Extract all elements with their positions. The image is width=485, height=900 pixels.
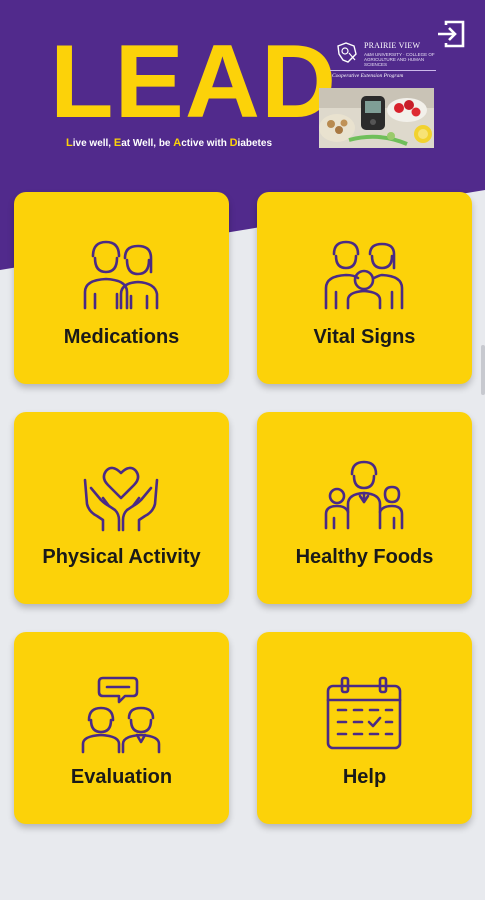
menu-card-healthy-foods[interactable]: Healthy Foods bbox=[257, 412, 472, 604]
logout-icon bbox=[438, 20, 465, 48]
menu-label: Physical Activity bbox=[42, 546, 201, 568]
scroll-indicator bbox=[481, 345, 485, 395]
menu-label: Evaluation bbox=[70, 766, 173, 788]
menu-label: Healthy Foods bbox=[295, 546, 434, 568]
tagline-letter: D bbox=[229, 137, 238, 149]
menu-label: Help bbox=[342, 766, 387, 788]
app-tagline: Live well, Eat Well, be Active with Diab… bbox=[66, 137, 272, 149]
menu-card-vital-signs[interactable]: Vital Signs bbox=[257, 192, 472, 384]
conversation-icon bbox=[81, 676, 161, 754]
header-photo bbox=[319, 88, 434, 148]
partner-program: Cooperative Extension Program bbox=[332, 73, 404, 79]
menu-label: Vital Signs bbox=[313, 326, 416, 348]
heart-hands-icon bbox=[83, 466, 159, 532]
tagline-letter: L bbox=[66, 137, 73, 149]
partner-name: PRAIRIE VIEW bbox=[364, 41, 421, 50]
menu-card-evaluation[interactable]: Evaluation bbox=[14, 632, 229, 824]
app-title: LEAD bbox=[50, 24, 338, 140]
menu-card-physical-activity[interactable]: Physical Activity bbox=[14, 412, 229, 604]
calendar-icon bbox=[326, 676, 402, 750]
tagline-text: ctive with bbox=[181, 138, 230, 149]
tagline-text: iabetes bbox=[237, 138, 273, 149]
tagline-text: at Well, be bbox=[121, 138, 174, 149]
tagline-text: ive well, bbox=[72, 138, 114, 149]
people-group-icon bbox=[324, 460, 404, 530]
menu-card-help[interactable]: Help bbox=[257, 632, 472, 824]
family-group-icon bbox=[324, 240, 404, 310]
family-icon bbox=[83, 240, 159, 310]
menu-label: Medications bbox=[63, 326, 180, 348]
partner-divider bbox=[330, 70, 436, 71]
logout-button[interactable] bbox=[433, 16, 469, 52]
university-emblem-icon bbox=[337, 42, 357, 63]
menu-card-medications[interactable]: Medications bbox=[14, 192, 229, 384]
partner-subtitle: A&M UNIVERSITY · COLLEGE OF AGRICULTURE … bbox=[364, 52, 435, 67]
partner-logo: PRAIRIE VIEW A&M UNIVERSITY · COLLEGE OF… bbox=[328, 38, 438, 84]
